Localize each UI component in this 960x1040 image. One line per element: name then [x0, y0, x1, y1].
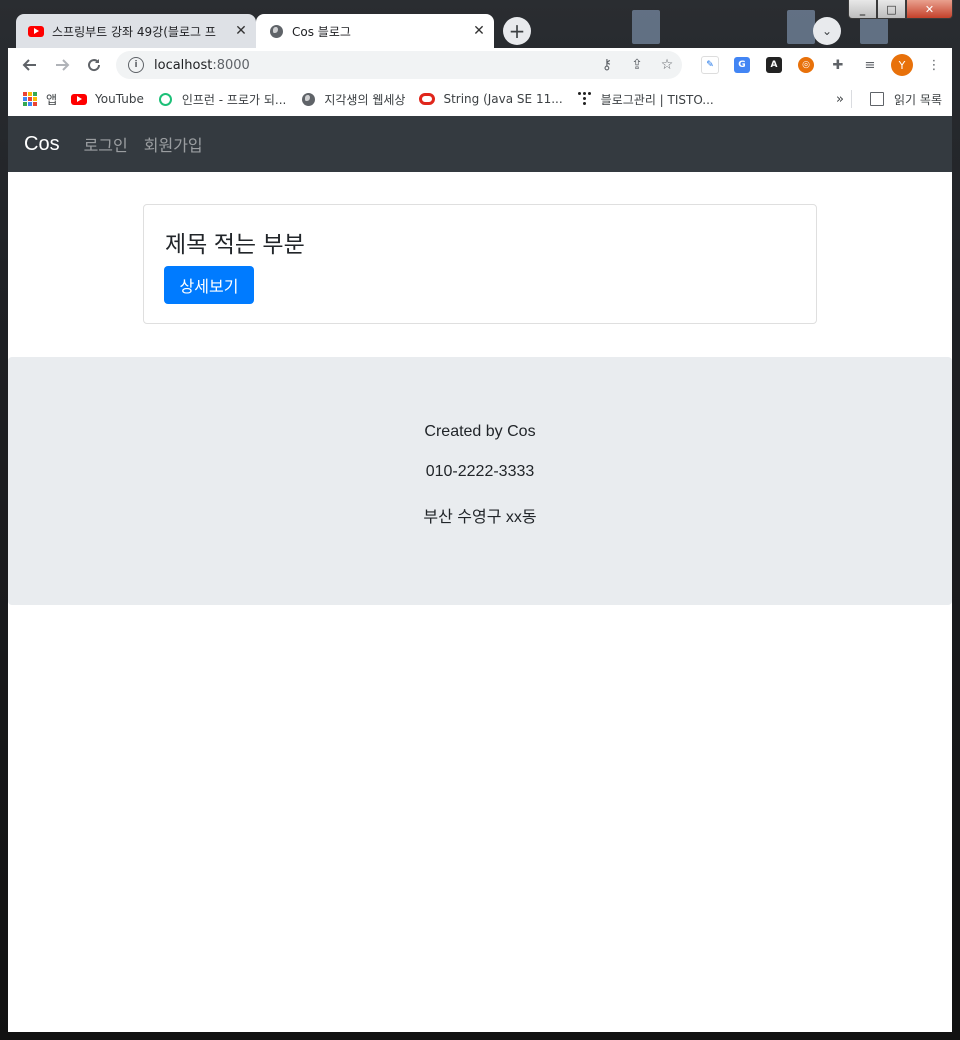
navbar-brand[interactable]: Cos: [24, 133, 60, 156]
post-card: 제목 적는 부분 상세보기: [143, 204, 817, 324]
globe-icon: [268, 23, 284, 39]
reading-list-button[interactable]: 읽기 목록: [870, 91, 942, 108]
share-icon[interactable]: ⇪: [622, 57, 652, 73]
reload-button[interactable]: [80, 51, 108, 79]
bookmark-youtube[interactable]: YouTube: [71, 91, 144, 107]
extension-a-icon[interactable]: A: [758, 51, 790, 79]
bookmark-tistory[interactable]: 블로그관리 | TISTO...: [577, 91, 714, 108]
tab-cos-blog[interactable]: Cos 블로그 ✕: [256, 14, 494, 48]
arrow-left-icon: [22, 59, 36, 71]
bookmarks-bar: 앱 YouTube 인프런 - 프로가 되... 지각생의 웹세상 String…: [8, 82, 952, 117]
footer: Created by Cos 010-2222-3333 부산 수영구 xx동: [8, 357, 952, 605]
bookmark-web[interactable]: 지각생의 웹세상: [300, 91, 405, 108]
bookmark-label: 지각생의 웹세상: [324, 92, 406, 107]
tab-youtube[interactable]: 스프링부트 강좌 49강(블로그 프 ✕: [16, 14, 256, 48]
bookmark-apps[interactable]: 앱: [22, 91, 57, 108]
puzzle-icon[interactable]: ✚: [822, 51, 854, 79]
navbar: Cos 로그인 회원가입: [8, 116, 952, 172]
oracle-icon: [419, 91, 436, 107]
browser-toolbar: i localhost:8000 ⚷ ⇪ ☆ ✎ G A ◎ ✚ ≡ Y ⋮: [8, 48, 952, 82]
info-icon[interactable]: i: [128, 57, 144, 73]
translate-icon[interactable]: G: [726, 51, 758, 79]
apps-icon: [22, 91, 38, 107]
bookmark-label: 인프런 - 프로가 되...: [181, 92, 287, 107]
bookmark-label: 블로그관리 | TISTO...: [600, 92, 714, 107]
new-tab-button[interactable]: +: [503, 17, 531, 45]
reading-list-label: 읽기 목록: [894, 92, 942, 107]
bookmark-label: YouTube: [95, 92, 144, 106]
divider: [851, 90, 852, 108]
inflearn-icon: [158, 91, 174, 107]
tistory-icon: [577, 91, 593, 107]
reload-icon: [88, 59, 101, 72]
page-viewport: Cos 로그인 회원가입 제목 적는 부분 상세보기 Created by Co…: [8, 116, 952, 1032]
chevron-down-icon: ⌄: [821, 24, 833, 38]
card-title: 제목 적는 부분: [165, 231, 305, 257]
bookmarks-overflow-button[interactable]: »: [836, 92, 844, 107]
extensions-area: ✎ G A ◎ ✚ ≡ Y ⋮: [694, 51, 950, 79]
url-text: localhost:8000: [154, 57, 250, 73]
arrow-right-icon: [56, 59, 70, 71]
tab-title: 스프링부트 강좌 49강(블로그 프: [52, 24, 216, 39]
profile-avatar[interactable]: Y: [886, 51, 918, 79]
tab-strip: 스프링부트 강좌 49강(블로그 프 ✕ Cos 블로그 ✕: [8, 12, 952, 48]
extension-lifebuoy-icon[interactable]: ◎: [790, 51, 822, 79]
nav-link-login[interactable]: 로그인: [84, 132, 128, 156]
tab-close-icon[interactable]: ✕: [230, 23, 252, 39]
browser-window: _ □ ✕ 스프링부트 강좌 49강(블로그 프 ✕ Cos 블로그 ✕ + ⌄…: [0, 0, 960, 1040]
media-control-icon[interactable]: ≡: [854, 51, 886, 79]
globe-icon: [300, 91, 316, 107]
address-bar[interactable]: i localhost:8000 ⚷ ⇪ ☆: [116, 51, 682, 79]
youtube-icon: [28, 23, 44, 39]
bookmark-java-string[interactable]: String (Java SE 11...: [419, 91, 563, 107]
key-icon[interactable]: ⚷: [592, 57, 622, 73]
forward-button[interactable]: [48, 51, 76, 79]
nav-link-signup[interactable]: 회원가입: [144, 132, 203, 156]
bookmark-inflearn[interactable]: 인프런 - 프로가 되...: [158, 91, 287, 108]
bookmark-label: 앱: [46, 92, 58, 107]
footer-phone: 010-2222-3333: [425, 463, 535, 480]
footer-address: 부산 수영구 xx동: [423, 509, 537, 526]
youtube-icon: [71, 91, 88, 107]
star-icon[interactable]: ☆: [652, 57, 682, 73]
detail-button[interactable]: 상세보기: [164, 266, 254, 304]
extension-pen-icon[interactable]: ✎: [694, 51, 726, 79]
tab-title: Cos 블로그: [292, 24, 351, 39]
footer-credit: Created by Cos: [424, 423, 536, 440]
bookmark-label: String (Java SE 11...: [443, 92, 563, 106]
back-button[interactable]: [16, 51, 44, 79]
menu-icon[interactable]: ⋮: [918, 51, 950, 79]
tab-search-button[interactable]: ⌄: [813, 17, 841, 45]
reading-list-icon: [870, 92, 885, 106]
tab-close-icon[interactable]: ✕: [468, 23, 490, 39]
